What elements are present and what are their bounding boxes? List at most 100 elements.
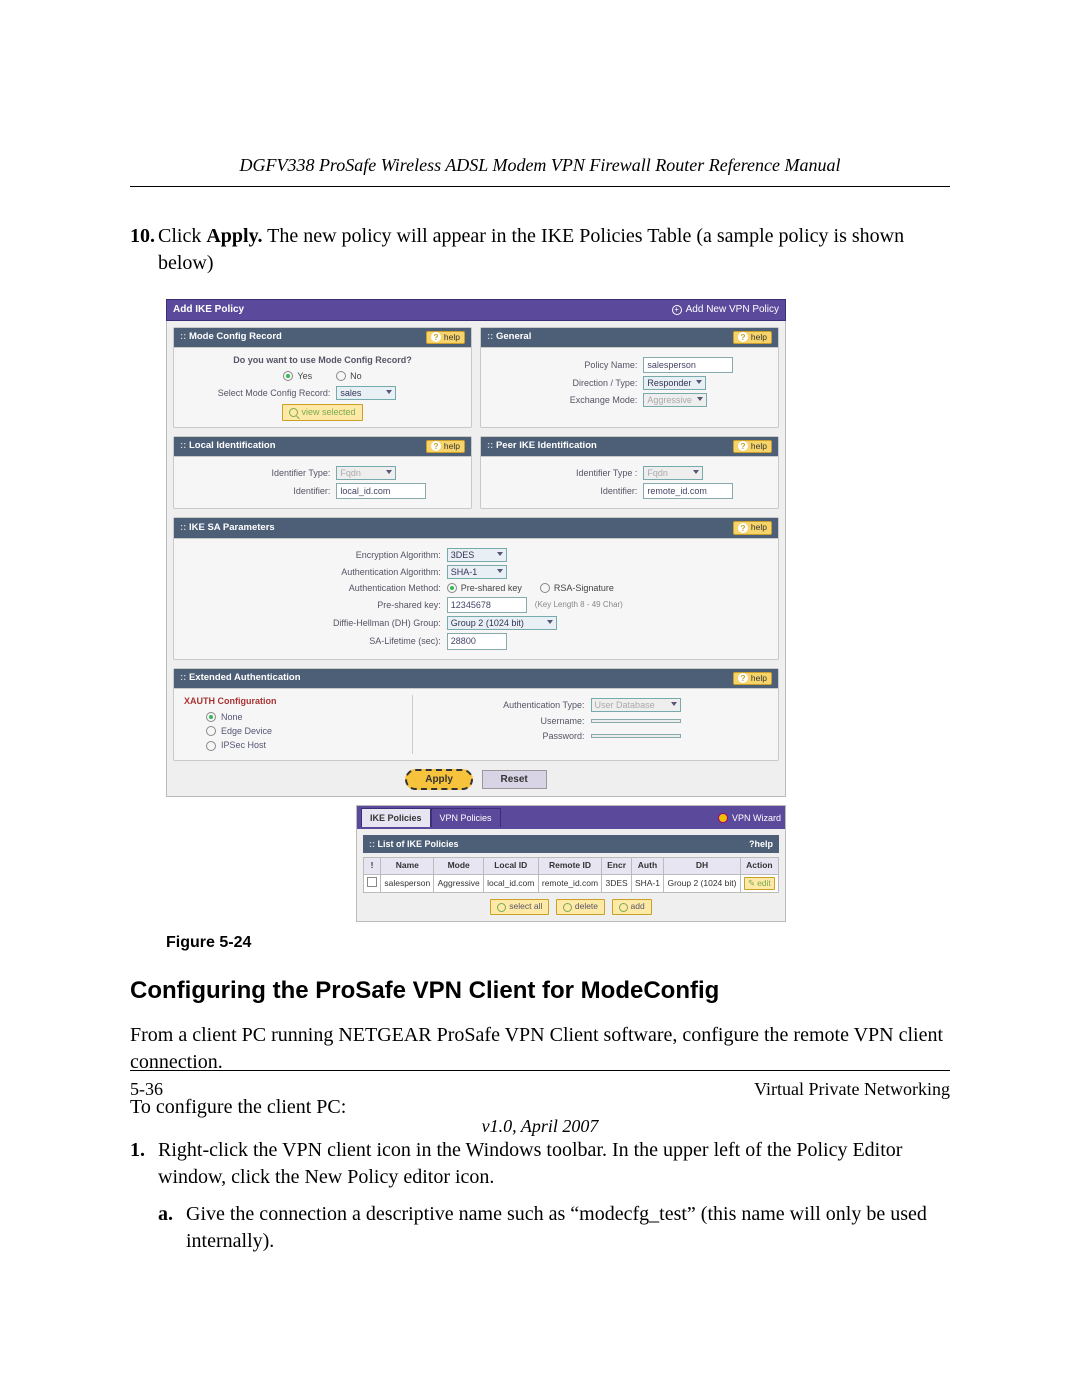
- magnifier-icon: [289, 408, 298, 417]
- panel-general-title: :: General: [487, 331, 531, 344]
- xauth-none-radio[interactable]: None: [206, 711, 404, 723]
- step-10: 10. Click Apply. The new policy will app…: [130, 223, 950, 277]
- panel-sa-title: :: IKE SA Parameters: [180, 522, 275, 535]
- add-icon: [619, 903, 628, 912]
- auth-method-psk-radio[interactable]: Pre-shared key: [447, 582, 522, 594]
- peer-id-input[interactable]: remote_id.com: [643, 483, 733, 499]
- local-id-type-label: Identifier Type:: [184, 467, 336, 479]
- tab-vpn-policies[interactable]: VPN Policies: [431, 808, 501, 827]
- help-icon: ?: [738, 332, 748, 342]
- select-all-button[interactable]: select all: [490, 899, 549, 914]
- add-new-vpn-policy-link[interactable]: + Add New VPN Policy: [672, 303, 779, 317]
- auth-alg-dropdown[interactable]: SHA-1: [447, 565, 507, 579]
- panel-mode-config-record: :: Mode Config Record ?help Do you want …: [173, 327, 472, 428]
- wizard-icon: [718, 813, 728, 823]
- dh-group-dropdown[interactable]: Group 2 (1024 bit): [447, 616, 557, 630]
- help-button[interactable]: ?help: [733, 521, 772, 534]
- radio-icon: [540, 583, 550, 593]
- direction-type-label: Direction / Type:: [491, 377, 643, 389]
- mode-yes-radio[interactable]: Yes: [283, 370, 312, 382]
- xauth-password-input: [591, 734, 681, 738]
- radio-icon: [206, 741, 216, 751]
- window-title: Add IKE Policy: [173, 303, 244, 317]
- reset-button[interactable]: Reset: [482, 770, 547, 790]
- step-10-a: Click: [158, 225, 206, 247]
- panel-local-title: :: Local Identification: [180, 440, 276, 453]
- footer-version: v1.0, April 2007: [130, 1116, 950, 1137]
- footer-page-number: 5-36: [130, 1079, 163, 1100]
- step-1a-text: Give the connection a descriptive name s…: [186, 1201, 950, 1255]
- step-10-apply-word: Apply.: [206, 225, 262, 247]
- th-name: Name: [381, 858, 434, 874]
- policy-name-input[interactable]: salesperson: [643, 357, 733, 373]
- panel-ike-sa-parameters: :: IKE SA Parameters ?help Encryption Al…: [173, 517, 779, 659]
- window-titlebar: Add IKE Policy + Add New VPN Policy: [166, 299, 786, 321]
- help-button[interactable]: ?help: [733, 440, 772, 453]
- peer-id-label: Identifier:: [491, 485, 643, 497]
- tab-ike-policies[interactable]: IKE Policies: [361, 808, 431, 827]
- help-button[interactable]: ?help: [733, 672, 772, 685]
- enc-alg-dropdown[interactable]: 3DES: [447, 548, 507, 562]
- apply-button[interactable]: Apply: [405, 769, 473, 791]
- help-icon: ?: [738, 523, 748, 533]
- panel-peer-title: :: Peer IKE Identification: [487, 440, 597, 453]
- auth-alg-label: Authentication Algorithm:: [184, 566, 447, 578]
- view-selected-button[interactable]: view selected: [282, 404, 362, 420]
- help-button[interactable]: ?help: [749, 838, 773, 850]
- table-row: salesperson Aggressive local_id.com remo…: [364, 874, 779, 892]
- page-footer: 5-36 Virtual Private Networking v1.0, Ap…: [130, 1070, 950, 1137]
- mode-no-radio[interactable]: No: [336, 370, 362, 382]
- plus-icon: +: [672, 305, 682, 315]
- help-button[interactable]: ?help: [426, 440, 465, 453]
- xauth-ipsec-radio[interactable]: IPSec Host: [206, 739, 404, 751]
- th-remote-id: Remote ID: [538, 858, 602, 874]
- panel-general: :: General ?help Policy Name:salesperson…: [480, 327, 779, 428]
- intro-paragraph: From a client PC running NETGEAR ProSafe…: [130, 1022, 950, 1076]
- edit-icon: ✎: [748, 878, 755, 889]
- help-icon: ?: [431, 441, 441, 451]
- xauth-type-label: Authentication Type:: [427, 699, 591, 711]
- radio-icon: [447, 583, 457, 593]
- xauth-edge-radio[interactable]: Edge Device: [206, 725, 404, 737]
- direction-type-dropdown[interactable]: Responder: [643, 376, 706, 390]
- exchange-mode-label: Exchange Mode:: [491, 394, 643, 406]
- step-1a: a. Give the connection a descriptive nam…: [158, 1201, 950, 1255]
- peer-id-type-label: Identifier Type :: [491, 467, 643, 479]
- vpn-wizard-link[interactable]: VPN Wizard: [718, 812, 781, 824]
- step-1-text: Right-click the VPN client icon in the W…: [158, 1139, 902, 1188]
- xauth-type-dropdown: User Database: [591, 698, 681, 712]
- auth-method-rsa-radio[interactable]: RSA-Signature: [540, 582, 614, 594]
- peer-id-type-dropdown: Fqdn: [643, 466, 703, 480]
- add-button[interactable]: add: [612, 899, 652, 914]
- td-dh: Group 2 (1024 bit): [664, 874, 741, 892]
- exchange-mode-dropdown: Aggressive: [643, 393, 707, 407]
- delete-icon: [563, 903, 572, 912]
- edit-button[interactable]: ✎edit: [744, 877, 775, 890]
- section-heading: Configuring the ProSafe VPN Client for M…: [130, 975, 950, 1007]
- select-all-icon: [497, 903, 506, 912]
- policy-name-label: Policy Name:: [491, 359, 643, 371]
- psk-input[interactable]: 12345678: [447, 597, 527, 613]
- th-auth: Auth: [631, 858, 663, 874]
- sa-lifetime-input[interactable]: 28800: [447, 633, 507, 649]
- panel-local-identification: :: Local Identification ?help Identifier…: [173, 436, 472, 510]
- local-id-input[interactable]: local_id.com: [336, 483, 426, 499]
- dh-group-label: Diffie-Hellman (DH) Group:: [184, 617, 447, 629]
- radio-icon: [206, 712, 216, 722]
- help-icon: ?: [431, 332, 441, 342]
- mode-config-question: Do you want to use Mode Config Record?: [184, 354, 461, 366]
- select-mode-config-dropdown[interactable]: sales: [336, 386, 396, 400]
- footer-chapter-title: Virtual Private Networking: [754, 1079, 950, 1100]
- row-checkbox[interactable]: [367, 877, 377, 887]
- screenshot-add-ike-policy: Add IKE Policy + Add New VPN Policy :: M…: [166, 299, 786, 922]
- select-mode-config-label: Select Mode Config Record:: [184, 387, 336, 399]
- figure-caption: Figure 5-24: [166, 932, 950, 954]
- xauth-password-label: Password:: [427, 730, 591, 742]
- delete-button[interactable]: delete: [556, 899, 605, 914]
- radio-icon: [283, 371, 293, 381]
- step-1: 1. Right-click the VPN client icon in th…: [130, 1137, 950, 1255]
- panel-mode-title: :: Mode Config Record: [180, 331, 282, 344]
- radio-icon: [336, 371, 346, 381]
- help-button[interactable]: ?help: [426, 331, 465, 344]
- help-button[interactable]: ?help: [733, 331, 772, 344]
